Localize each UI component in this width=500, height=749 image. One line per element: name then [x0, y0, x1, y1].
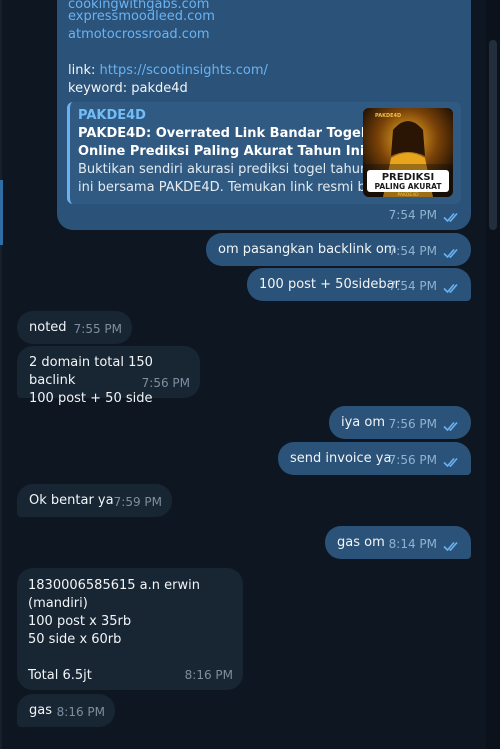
message-incoming[interactable]: 2 domain total 150 baclink 100 post + 50…: [17, 346, 200, 406]
double-check-icon: [443, 282, 461, 294]
domain-line-2[interactable]: expressmoodleed.com: [68, 8, 215, 26]
message-text: gas: [29, 703, 52, 718]
message-text: iya om: [341, 415, 386, 430]
message-outgoing[interactable]: om pasangkan backlink om 7:54 PM: [206, 233, 471, 266]
total-line: Total 6.5jt: [28, 668, 92, 683]
message-outgoing-link-preview[interactable]: cookingwithgabs.com expressmoodleed.com …: [57, 0, 471, 230]
link-url[interactable]: https://scootinsights.com/: [100, 63, 268, 78]
message-text: send invoice ya: [290, 451, 392, 466]
message-incoming-invoice[interactable]: 1830006585615 a.n erwin (mandiri) 100 po…: [17, 568, 243, 690]
scrollbar-track[interactable]: [486, 0, 500, 749]
preview-desc-line-2: ini bersama PAKDE4D. Temukan link resmi …: [78, 180, 387, 195]
message-time: 7:59 PM: [113, 495, 162, 509]
message-time: 8:14 PM: [388, 537, 437, 551]
message-time: 7:54 PM: [388, 279, 437, 293]
link-prefix: link:: [68, 63, 96, 78]
message-time: 7:56 PM: [388, 417, 437, 431]
message-text: om pasangkan backlink om: [218, 242, 397, 257]
message-text: noted: [29, 320, 67, 335]
double-check-icon: [443, 211, 461, 223]
message-text: gas om: [337, 535, 385, 550]
preview-thumbnail[interactable]: PREDIKSI PALING AKURAT PAKDE4D PAKDE4D: [363, 108, 453, 197]
message-incoming[interactable]: gas 8:16 PM: [17, 694, 115, 727]
message-outgoing[interactable]: 100 post + 50sidebar 7:54 PM: [247, 268, 471, 301]
svg-text:PAKDE4D: PAKDE4D: [397, 192, 419, 197]
keyword-line: keyword: pakde4d: [68, 81, 188, 96]
preview-desc-line-1: Buktikan sendiri akurasi prediksi togel …: [78, 162, 369, 177]
left-accent-bar: [0, 180, 3, 245]
message-text: 100 post + 50sidebar: [259, 277, 400, 292]
svg-text:PAKDE4D: PAKDE4D: [375, 113, 401, 119]
double-check-icon: [443, 456, 461, 468]
preview-site-name: PAKDE4D: [78, 108, 146, 123]
message-outgoing[interactable]: send invoice ya 7:56 PM: [278, 442, 471, 475]
preview-title-line-1: PAKDE4D: Overrated Link Bandar Togel: [78, 126, 366, 141]
domain-line-3[interactable]: atmotocrossroad.com: [68, 26, 210, 44]
left-edge: [0, 0, 2, 749]
message-text: Ok bentar ya: [29, 493, 114, 508]
double-check-icon: [443, 540, 461, 552]
message-incoming[interactable]: noted 7:55 PM: [17, 311, 132, 344]
message-text-line-2: 100 post + 50 side: [29, 391, 153, 406]
thumbnail-image: PREDIKSI PALING AKURAT PAKDE4D PAKDE4D: [363, 108, 453, 197]
account-line: 1830006585615 a.n erwin (mandiri): [28, 578, 200, 611]
message-time: 8:16 PM: [56, 705, 105, 719]
svg-text:PALING AKURAT: PALING AKURAT: [375, 182, 443, 191]
message-incoming[interactable]: Ok bentar ya 7:59 PM: [17, 484, 172, 517]
link-line: link: https://scootinsights.com/: [68, 62, 268, 80]
message-time: 8:16 PM: [184, 668, 233, 682]
side-price-line: 50 side x 60rb: [28, 632, 122, 647]
message-outgoing[interactable]: gas om 8:14 PM: [325, 526, 471, 559]
message-time: 7:54 PM: [388, 244, 437, 258]
scrollbar-thumb[interactable]: [489, 40, 497, 230]
message-time: 7:54 PM: [388, 208, 437, 222]
message-outgoing[interactable]: iya om 7:56 PM: [329, 406, 471, 439]
link-preview-card[interactable]: PAKDE4D PAKDE4D: Overrated Link Bandar T…: [67, 102, 461, 204]
post-price-line: 100 post x 35rb: [28, 614, 132, 629]
preview-title-line-2: Online Prediksi Paling Akurat Tahun Ini: [78, 144, 365, 159]
double-check-icon: [443, 420, 461, 432]
double-check-icon: [443, 247, 461, 259]
message-time: 7:56 PM: [388, 453, 437, 467]
message-time: 7:55 PM: [73, 322, 122, 336]
message-time: 7:56 PM: [141, 376, 190, 390]
